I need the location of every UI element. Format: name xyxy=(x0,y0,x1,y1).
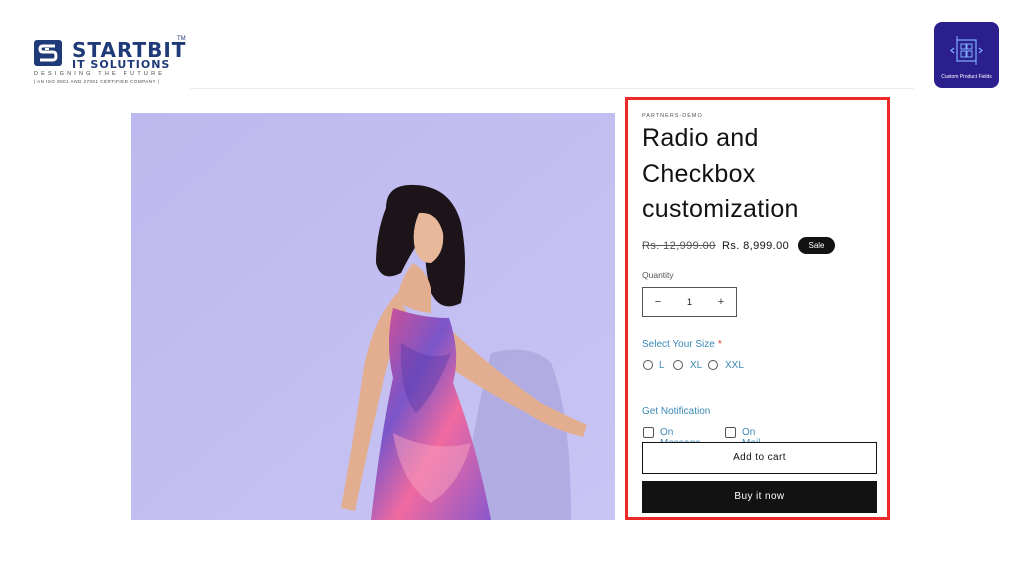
required-asterisk: * xyxy=(717,339,722,350)
app-badge-label: Custom Product Fields xyxy=(941,74,992,80)
sale-badge: Sale xyxy=(798,237,835,254)
notification-field-label: Get Notification xyxy=(642,406,711,417)
size-field-label: Select Your Size * xyxy=(642,339,722,350)
trademark-mark: TM xyxy=(177,36,186,42)
size-radio-xl[interactable] xyxy=(673,360,683,370)
quantity-stepper: − 1 + xyxy=(642,287,737,317)
add-to-cart-button[interactable]: Add to cart xyxy=(642,442,877,474)
custom-product-fields-app-badge: Custom Product Fields xyxy=(934,22,999,88)
size-field-label-text: Select Your Size xyxy=(642,339,715,350)
brand-subtitle: IT SOLUTIONS xyxy=(72,58,171,71)
size-radio-xxl[interactable] xyxy=(708,360,718,370)
product-vendor: PARTNERS-DEMO xyxy=(642,113,703,119)
sale-price: Rs. 8,999.00 xyxy=(722,240,790,252)
quantity-label: Quantity xyxy=(642,270,674,280)
product-title: Radio and Checkbox customization xyxy=(642,124,799,223)
header-divider xyxy=(190,88,914,89)
quantity-decrease-button[interactable]: − xyxy=(643,288,673,316)
size-radio-l[interactable] xyxy=(643,360,653,370)
quantity-input[interactable]: 1 xyxy=(673,288,706,316)
model-in-floral-dress-photo xyxy=(131,113,615,520)
notify-on-message-checkbox[interactable] xyxy=(643,427,654,438)
buy-it-now-button[interactable]: Buy it now xyxy=(642,481,877,513)
brand-tagline: DESIGNING THE FUTURE xyxy=(34,71,166,77)
compare-at-price: Rs. 12,999.00 xyxy=(642,240,716,252)
startbit-logo[interactable]: STARTBIT TM IT SOLUTIONS DESIGNING THE F… xyxy=(34,36,194,86)
size-option-label-l[interactable]: L xyxy=(659,360,665,371)
startbit-s-logo-icon xyxy=(34,40,62,66)
notify-on-mail-checkbox[interactable] xyxy=(725,427,736,438)
size-option-label-xxl[interactable]: XXL xyxy=(725,360,744,371)
quantity-increase-button[interactable]: + xyxy=(706,288,736,316)
product-image[interactable] xyxy=(131,113,615,520)
app-grid-icon xyxy=(950,36,983,65)
size-option-label-xl[interactable]: XL xyxy=(690,360,702,371)
brand-certification: | AN ISO 9001 AND 27001 CERTIFIED COMPAN… xyxy=(34,79,160,84)
